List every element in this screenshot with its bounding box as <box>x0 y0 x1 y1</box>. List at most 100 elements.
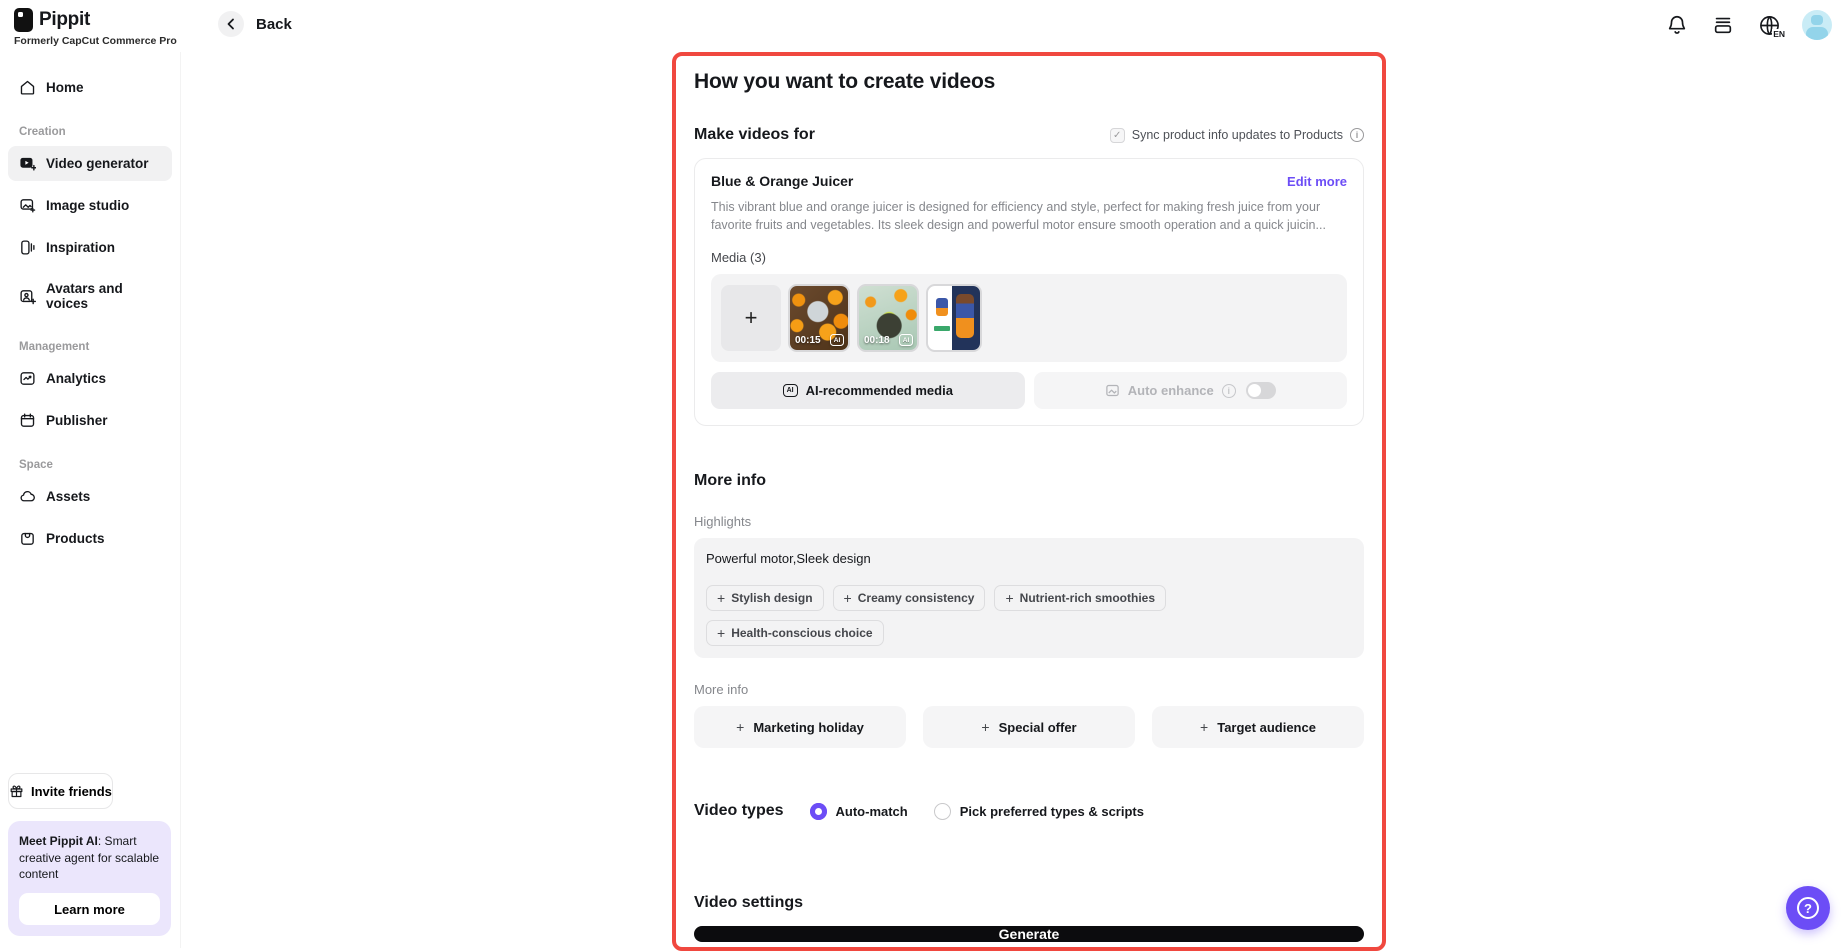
add-marketing-holiday-button[interactable]: + Marketing holiday <box>694 706 906 748</box>
radio-pick-preferred[interactable]: Pick preferred types & scripts <box>934 803 1144 820</box>
assets-cloud-icon <box>19 488 36 505</box>
radio-selected-icon <box>810 803 827 820</box>
orders-icon[interactable] <box>1710 12 1736 38</box>
video-generator-icon <box>19 155 36 172</box>
highlights-input[interactable]: Powerful motor,Sleek design +Stylish des… <box>694 538 1364 658</box>
image-studio-icon <box>19 197 36 214</box>
mi-button-label: Special offer <box>999 720 1077 735</box>
language-globe-icon[interactable]: EN <box>1756 12 1782 38</box>
chevron-left-icon <box>225 18 237 30</box>
sidebar-item-label: Inspiration <box>46 240 115 255</box>
page-title: How you want to create videos <box>694 70 1364 94</box>
sidebar-item-label: Publisher <box>46 413 108 428</box>
ai-badge-icon: AI <box>830 334 844 346</box>
sidebar-section-management: Management <box>8 327 172 361</box>
sidebar-item-assets[interactable]: Assets <box>8 479 172 514</box>
brand-logo[interactable]: Pippit Formerly CapCut Commerce Pro <box>14 8 177 47</box>
product-card: Blue & Orange Juicer Edit more This vibr… <box>694 158 1364 426</box>
radio-unselected-icon <box>934 803 951 820</box>
back-button[interactable] <box>218 11 244 37</box>
help-button[interactable]: ? <box>1786 886 1830 930</box>
highlights-value: Powerful motor,Sleek design <box>706 551 1352 566</box>
chip-label: Creamy consistency <box>858 591 975 605</box>
sidebar-item-publisher[interactable]: Publisher <box>8 403 172 438</box>
sidebar-item-label: Home <box>46 80 84 95</box>
sidebar-section-creation: Creation <box>8 112 172 146</box>
invite-friends-label: Invite friends <box>31 784 112 799</box>
ai-recommended-label: AI-recommended media <box>806 383 953 398</box>
highlight-chip-stylish-design[interactable]: +Stylish design <box>706 585 824 611</box>
sidebar-item-avatars-and-voices[interactable]: Avatars and voices <box>8 272 172 320</box>
chip-label: Health-conscious choice <box>731 626 872 640</box>
video-types-title: Video types <box>694 802 784 820</box>
info-icon[interactable]: i <box>1350 128 1364 142</box>
ai-recommended-media-button[interactable]: AI AI-recommended media <box>711 372 1025 409</box>
pippit-logo-icon <box>14 8 33 32</box>
learn-more-button[interactable]: Learn more <box>19 893 160 925</box>
plus-icon: + <box>1005 591 1013 605</box>
sidebar-section-space: Space <box>8 445 172 479</box>
sidebar-item-inspiration[interactable]: Inspiration <box>8 230 172 265</box>
image-thumbnail-3[interactable] <box>926 284 982 352</box>
plus-icon: + <box>981 720 989 734</box>
ai-media-icon: AI <box>783 384 798 397</box>
product-name: Blue & Orange Juicer <box>711 173 853 189</box>
back-label: Back <box>256 16 292 33</box>
products-bag-icon <box>19 530 36 547</box>
more-info-label: More info <box>694 682 1364 697</box>
sidebar-item-label: Avatars and voices <box>46 281 161 311</box>
highlight-chip-health-conscious-choice[interactable]: +Health-conscious choice <box>706 620 884 646</box>
plus-icon: + <box>717 591 725 605</box>
video-thumbnail-2[interactable]: 00:18 AI <box>857 284 919 352</box>
notifications-bell-icon[interactable] <box>1664 12 1690 38</box>
video-thumbnail-1[interactable]: 00:15 AI <box>788 284 850 352</box>
sidebar-item-label: Analytics <box>46 371 106 386</box>
sync-checkbox[interactable]: ✓ <box>1110 128 1125 143</box>
user-avatar[interactable] <box>1802 10 1832 40</box>
make-videos-for-title: Make videos for <box>694 126 815 144</box>
pippit-ai-promo-card: Meet Pippit AI: Smart creative agent for… <box>8 821 171 936</box>
sidebar-item-label: Products <box>46 531 105 546</box>
auto-enhance-button[interactable]: Auto enhance i <box>1034 372 1348 409</box>
add-media-button[interactable]: + <box>721 285 781 351</box>
auto-enhance-toggle[interactable] <box>1246 382 1276 399</box>
radio-auto-match[interactable]: Auto-match <box>810 803 908 820</box>
topbar: Pippit Formerly CapCut Commerce Pro Back… <box>0 0 1848 52</box>
add-special-offer-button[interactable]: + Special offer <box>923 706 1135 748</box>
create-videos-panel: How you want to create videos Make video… <box>672 52 1386 951</box>
sidebar-item-video-generator[interactable]: Video generator <box>8 146 172 181</box>
ai-badge-icon: AI <box>899 334 913 346</box>
sidebar-item-label: Image studio <box>46 198 129 213</box>
inspiration-icon <box>19 239 36 256</box>
highlight-chip-creamy-consistency[interactable]: +Creamy consistency <box>833 585 986 611</box>
media-strip: + 00:15 AI 00:18 AI <box>711 274 1347 362</box>
video-duration: 00:18 <box>864 335 890 346</box>
brand-tagline: Formerly CapCut Commerce Pro <box>14 35 177 47</box>
gift-icon <box>9 784 24 799</box>
edit-more-link[interactable]: Edit more <box>1287 174 1347 189</box>
chip-label: Nutrient-rich smoothies <box>1020 591 1155 605</box>
question-mark-icon: ? <box>1797 897 1819 919</box>
sidebar-item-products[interactable]: Products <box>8 521 172 556</box>
publisher-icon <box>19 412 36 429</box>
plus-icon: + <box>736 720 744 734</box>
sidebar-item-image-studio[interactable]: Image studio <box>8 188 172 223</box>
home-icon <box>19 79 36 96</box>
mi-button-label: Target audience <box>1217 720 1316 735</box>
language-code: EN <box>1772 29 1786 39</box>
radio-label: Pick preferred types & scripts <box>960 804 1144 819</box>
avatars-icon <box>19 288 36 305</box>
highlight-chip-nutrient-rich-smoothies[interactable]: + Nutrient-rich smoothies <box>994 585 1166 611</box>
sidebar-item-home[interactable]: Home <box>8 70 172 105</box>
image-enhance-icon <box>1105 383 1120 398</box>
brand-name: Pippit <box>39 9 90 31</box>
sidebar-item-analytics[interactable]: Analytics <box>8 361 172 396</box>
info-icon: i <box>1222 384 1236 398</box>
generate-button[interactable]: Generate <box>694 926 1364 942</box>
promo-title-bold: Meet Pippit AI <box>19 834 98 848</box>
media-count-label: Media (3) <box>711 250 1347 265</box>
invite-friends-button[interactable]: Invite friends <box>8 773 113 809</box>
mi-button-label: Marketing holiday <box>753 720 864 735</box>
add-target-audience-button[interactable]: +Target audience <box>1152 706 1364 748</box>
highlights-label: Highlights <box>694 514 1364 529</box>
